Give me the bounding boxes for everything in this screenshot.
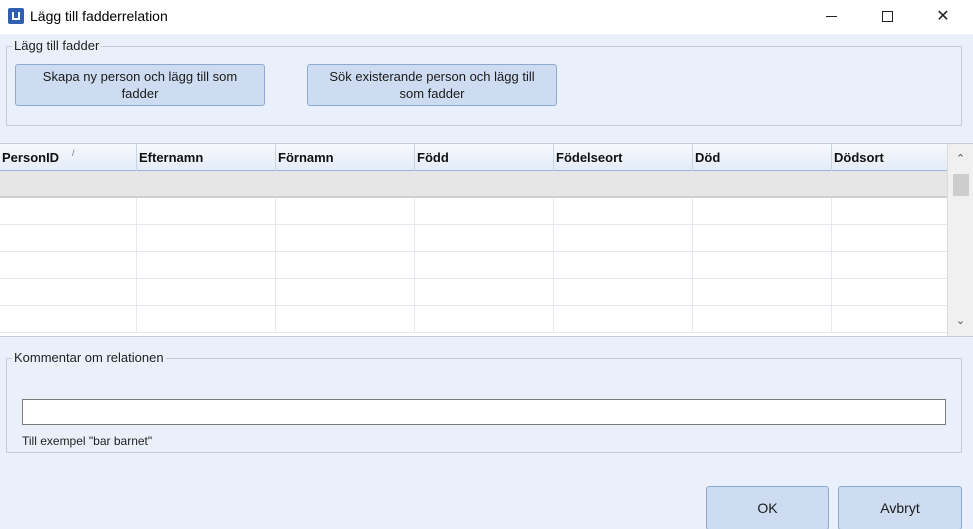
maximize-icon	[881, 10, 893, 22]
table-row[interactable]	[0, 279, 947, 306]
table-cell[interactable]	[832, 279, 947, 305]
table-cell[interactable]	[137, 225, 276, 251]
table-cell[interactable]	[832, 225, 947, 251]
search-person-button[interactable]: Sök existerande person och lägg till som…	[307, 64, 557, 106]
table-cell[interactable]	[832, 306, 947, 332]
table-cell[interactable]	[415, 306, 554, 332]
godparent-grid: PersonID / Efternamn Förnamn Född Födels…	[0, 143, 973, 337]
table-cell[interactable]	[276, 171, 415, 196]
minimize-button[interactable]	[808, 0, 854, 32]
comment-group-title: Kommentar om relationen	[12, 350, 166, 365]
comment-hint: Till exempel "bar barnet"	[22, 434, 153, 448]
search-person-button-label-line1: Sök existerande person och lägg till	[329, 69, 535, 84]
table-cell[interactable]	[415, 279, 554, 305]
table-cell[interactable]	[276, 225, 415, 251]
create-person-button-label-line2: fadder	[121, 86, 159, 101]
window-title: Lägg till fadderrelation	[30, 8, 168, 24]
table-cell[interactable]	[832, 198, 947, 224]
close-icon: ✕	[936, 8, 950, 25]
table-cell[interactable]	[0, 198, 137, 224]
create-person-button[interactable]: Skapa ny person och lägg till som fadder	[15, 64, 265, 106]
cancel-button[interactable]: Avbryt	[838, 486, 962, 529]
comment-input[interactable]	[22, 399, 946, 425]
table-cell[interactable]	[0, 306, 137, 332]
title-bar: Lägg till fadderrelation ✕	[0, 0, 973, 34]
table-cell[interactable]	[137, 252, 276, 278]
table-cell[interactable]	[832, 252, 947, 278]
column-header-label: PersonID	[2, 150, 60, 165]
grid-body	[0, 171, 947, 337]
table-cell[interactable]	[693, 306, 832, 332]
column-header-dodsort[interactable]: Dödsort	[832, 144, 947, 171]
table-cell[interactable]	[832, 171, 947, 196]
table-cell[interactable]	[137, 198, 276, 224]
column-header-fornamn[interactable]: Förnamn	[276, 144, 415, 171]
table-row[interactable]	[0, 198, 947, 225]
column-header-label: Födelseort	[556, 150, 623, 165]
sort-indicator-icon: /	[72, 148, 75, 158]
table-cell[interactable]	[554, 252, 693, 278]
column-header-personid[interactable]: PersonID /	[0, 144, 137, 171]
table-cell[interactable]	[693, 225, 832, 251]
table-cell[interactable]	[415, 171, 554, 196]
column-header-fodd[interactable]: Född	[415, 144, 554, 171]
table-cell[interactable]	[0, 225, 137, 251]
column-header-label: Förnamn	[278, 150, 334, 165]
table-cell[interactable]	[0, 252, 137, 278]
minimize-icon	[825, 15, 837, 17]
table-cell[interactable]	[554, 225, 693, 251]
table-row[interactable]	[0, 306, 947, 333]
column-header-label: Dödsort	[834, 150, 884, 165]
maximize-button[interactable]	[864, 0, 910, 32]
table-cell[interactable]	[693, 279, 832, 305]
table-cell[interactable]	[137, 171, 276, 196]
table-cell[interactable]	[276, 252, 415, 278]
table-cell[interactable]	[276, 306, 415, 332]
table-cell[interactable]	[0, 279, 137, 305]
table-cell[interactable]	[0, 171, 137, 196]
table-row[interactable]	[0, 171, 947, 198]
table-row[interactable]	[0, 225, 947, 252]
table-cell[interactable]	[137, 279, 276, 305]
column-header-fodelseort[interactable]: Födelseort	[554, 144, 693, 171]
scroll-up-icon[interactable]: ⌃	[948, 148, 973, 168]
add-godparent-group: Lägg till fadder Skapa ny person och läg…	[6, 38, 962, 126]
table-cell[interactable]	[554, 171, 693, 196]
column-header-label: Efternamn	[139, 150, 204, 165]
grid-vertical-scrollbar[interactable]: ⌃ ⌄	[947, 144, 973, 336]
column-header-label: Död	[695, 150, 721, 165]
table-cell[interactable]	[693, 171, 832, 196]
comment-group: Kommentar om relationen Till exempel "ba…	[6, 350, 962, 453]
table-cell[interactable]	[137, 306, 276, 332]
ok-button[interactable]: OK	[706, 486, 829, 529]
table-cell[interactable]	[276, 279, 415, 305]
scroll-down-icon[interactable]: ⌄	[948, 310, 973, 330]
table-cell[interactable]	[415, 252, 554, 278]
table-row[interactable]	[0, 252, 947, 279]
create-person-button-label-line1: Skapa ny person och lägg till som	[42, 69, 238, 84]
table-cell[interactable]	[554, 306, 693, 332]
table-cell[interactable]	[554, 198, 693, 224]
column-header-efternamn[interactable]: Efternamn	[137, 144, 276, 171]
grid-header: PersonID / Efternamn Förnamn Född Födels…	[0, 144, 947, 171]
table-cell[interactable]	[554, 279, 693, 305]
table-cell[interactable]	[415, 225, 554, 251]
close-button[interactable]: ✕	[920, 0, 966, 32]
scroll-thumb[interactable]	[953, 174, 969, 196]
dialog-client-area: Lägg till fadder Skapa ny person och läg…	[0, 34, 973, 529]
table-cell[interactable]	[693, 252, 832, 278]
table-cell[interactable]	[276, 198, 415, 224]
app-icon	[8, 8, 24, 24]
table-cell[interactable]	[415, 198, 554, 224]
add-godparent-group-title: Lägg till fadder	[12, 38, 102, 53]
column-header-dod[interactable]: Död	[693, 144, 832, 171]
search-person-button-label-line2: som fadder	[399, 86, 465, 101]
column-header-label: Född	[417, 150, 449, 165]
table-cell[interactable]	[693, 198, 832, 224]
